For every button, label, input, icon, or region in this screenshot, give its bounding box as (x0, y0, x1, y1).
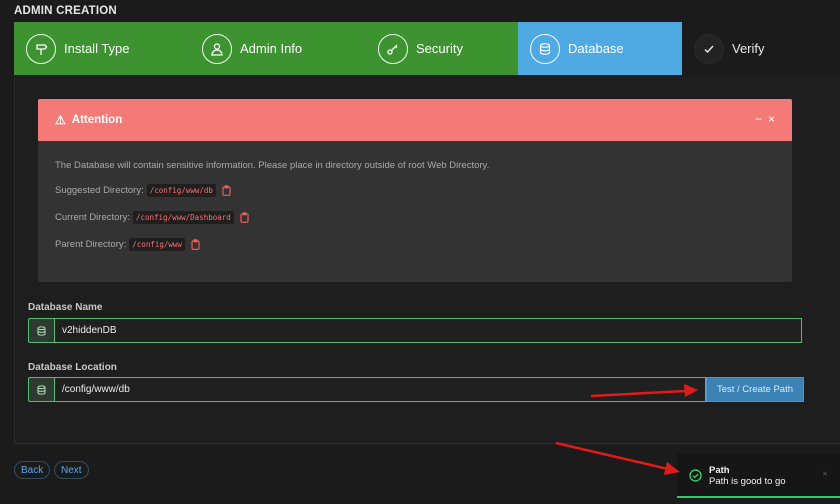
wizard-steps: Install Type Admin Info Security Databas… (14, 22, 840, 75)
database-location-input[interactable]: /config/www/db (54, 377, 706, 402)
step-security[interactable]: Security (366, 22, 518, 75)
check-icon (694, 33, 724, 64)
database-name-group: v2hiddenDB (28, 318, 802, 343)
clipboard-icon[interactable] (191, 239, 200, 250)
toast-message: Path is good to go (709, 476, 786, 487)
page-title: ADMIN CREATION (14, 5, 117, 17)
warning-icon: ⚠ (55, 113, 66, 127)
current-directory-value: /config/www/Dashboard (132, 211, 234, 224)
step-label: Database (568, 41, 624, 56)
suggested-directory-label: Suggested Directory: (55, 185, 144, 196)
minimize-icon[interactable]: − (755, 112, 762, 126)
step-admin-info[interactable]: Admin Info (190, 22, 366, 75)
toast-title: Path (709, 465, 730, 476)
attention-alert: ⚠ Attention − × The Database will contai… (38, 99, 792, 282)
toast-close-icon[interactable]: × (822, 469, 828, 480)
next-button[interactable]: Next (54, 461, 89, 479)
clipboard-icon[interactable] (222, 185, 231, 196)
toast-notification: Path Path is good to go × (677, 453, 840, 498)
database-name-input[interactable]: v2hiddenDB (54, 318, 802, 343)
parent-directory-value: /config/www (129, 238, 185, 251)
close-icon[interactable]: × (768, 112, 775, 126)
signpost-icon (26, 33, 56, 64)
database-name-label: Database Name (28, 302, 103, 313)
alert-header: ⚠ Attention (38, 99, 792, 141)
user-icon (202, 33, 232, 64)
database-location-label: Database Location (28, 362, 117, 373)
step-label: Security (416, 41, 463, 56)
check-circle-icon (689, 469, 702, 487)
key-icon (378, 33, 408, 64)
step-install-type[interactable]: Install Type (14, 22, 190, 75)
database-icon (28, 318, 54, 343)
parent-directory-label: Parent Directory: (55, 239, 127, 250)
clipboard-icon[interactable] (240, 212, 249, 223)
annotation-arrow (555, 441, 680, 475)
step-database[interactable]: Database (518, 22, 682, 75)
alert-title: Attention (71, 114, 123, 126)
step-label: Verify (732, 41, 765, 56)
suggested-directory-value: /config/www/db (146, 184, 216, 197)
step-label: Install Type (64, 41, 130, 56)
alert-message: The Database will contain sensitive info… (55, 160, 490, 171)
database-icon (530, 33, 560, 64)
current-directory-label: Current Directory: (55, 212, 130, 223)
step-label: Admin Info (240, 41, 303, 56)
back-button[interactable]: Back (14, 461, 51, 479)
step-verify[interactable]: Verify (682, 22, 840, 75)
database-icon (28, 377, 54, 402)
database-location-group: /config/www/db Test / Create Path (28, 377, 804, 402)
test-create-path-button[interactable]: Test / Create Path (706, 377, 804, 402)
